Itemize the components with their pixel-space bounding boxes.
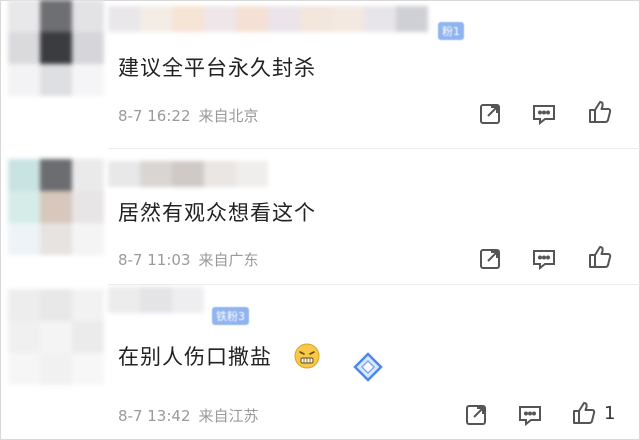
grimace-emoji-icon xyxy=(294,343,320,369)
avatar[interactable] xyxy=(8,159,104,255)
comment-meta: 8-7 13:42 来自江苏 xyxy=(118,405,259,426)
comment-location: 来自北京 xyxy=(198,107,259,125)
comment-location: 来自江苏 xyxy=(198,407,259,425)
comment-date: 8-7 16:22 xyxy=(118,107,191,125)
diamond-sticker-icon xyxy=(352,351,384,383)
comment-meta: 8-7 11:03 来自广东 xyxy=(118,249,259,270)
share-icon[interactable] xyxy=(476,100,504,128)
comment-location: 来自广东 xyxy=(198,251,259,269)
like-count: 1 xyxy=(604,403,616,424)
comment-icon[interactable] xyxy=(530,100,558,128)
comment-meta: 8-7 16:22 来自北京 xyxy=(118,105,259,126)
thumbs-up-icon[interactable] xyxy=(570,399,598,427)
avatar[interactable] xyxy=(8,0,104,96)
share-icon[interactable] xyxy=(462,401,490,429)
comment-date: 8-7 11:03 xyxy=(118,251,191,269)
share-icon[interactable] xyxy=(476,245,504,273)
comment-item: 粉1 建议全平台永久封杀 8-7 16:22 来自北京 xyxy=(0,0,640,148)
thumbs-up-icon[interactable] xyxy=(586,243,614,271)
comment-text: 在别人伤口撒盐 xyxy=(118,345,272,369)
fan-badge: 粉1 xyxy=(438,22,464,40)
comment-text: 居然有观众想看这个 xyxy=(118,201,316,225)
comment-text: 建议全平台永久封杀 xyxy=(118,56,316,80)
username-blurred[interactable] xyxy=(108,161,268,187)
fan-badge: 铁粉3 xyxy=(212,307,249,325)
username-blurred[interactable] xyxy=(108,287,204,313)
comment-icon[interactable] xyxy=(516,401,544,429)
comment-icon[interactable] xyxy=(530,245,558,273)
comment-date: 8-7 13:42 xyxy=(118,407,191,425)
thumbs-up-icon[interactable] xyxy=(586,98,614,126)
comment-item: 居然有观众想看这个 8-7 11:03 来自广东 xyxy=(0,149,640,284)
comment-item: 铁粉3 在别人伤口撒盐 8-7 13:42 来自江苏 1 xyxy=(0,285,640,440)
avatar[interactable] xyxy=(8,289,104,385)
username-blurred[interactable] xyxy=(108,6,428,32)
